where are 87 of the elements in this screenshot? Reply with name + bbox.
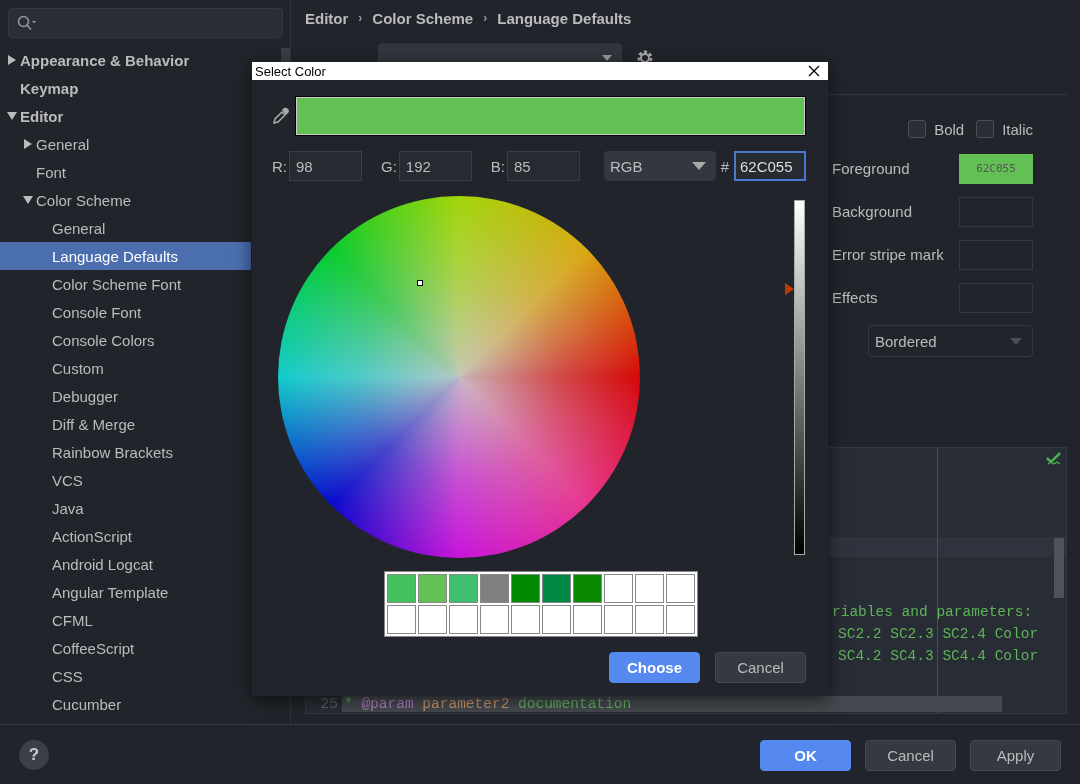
scrollbar-thumb[interactable] (1054, 538, 1064, 598)
sidebar-item[interactable]: Font (0, 158, 251, 186)
hex-field[interactable]: 62C055 (734, 151, 806, 181)
channel-label: G: (381, 157, 397, 175)
sidebar-item[interactable]: Rainbow Brackets (0, 438, 251, 466)
palette-swatch[interactable] (604, 605, 633, 634)
attribute-label: Foreground (832, 160, 910, 177)
sidebar-item[interactable]: Appearance & Behavior (0, 46, 251, 74)
palette-swatch[interactable] (449, 605, 478, 634)
sidebar-item[interactable]: Color Scheme Font (0, 270, 251, 298)
slider-thumb[interactable] (785, 282, 794, 295)
hash-label: # (720, 157, 729, 175)
attribute-label: Background (832, 203, 913, 220)
sidebar-item[interactable]: CoffeeScript (0, 634, 251, 662)
channel-label: B: (490, 157, 506, 175)
mode-dropdown[interactable]: RGB (604, 151, 716, 181)
brightness-slider[interactable] (785, 200, 805, 555)
caret-icon (1010, 337, 1022, 345)
palette-swatch[interactable] (635, 605, 664, 634)
palette-swatch[interactable] (542, 574, 571, 603)
sidebar-item[interactable]: Keymap (0, 74, 251, 102)
channel-label: R: (272, 157, 287, 175)
chevron-icon: › (483, 11, 488, 25)
sidebar-item[interactable]: Console Font (0, 298, 251, 326)
sidebar-item[interactable]: Angular Template (0, 578, 251, 606)
palette-swatch[interactable] (573, 574, 602, 603)
palette-swatch[interactable] (418, 605, 447, 634)
palette-swatch[interactable] (480, 605, 509, 634)
expanded-arrow-icon[interactable] (7, 111, 17, 121)
sidebar-item[interactable]: Debugger (0, 382, 251, 410)
sidebar-item[interactable]: Language Defaults (0, 242, 251, 270)
style-checkbox[interactable]: Bold (908, 120, 965, 138)
breadcrumb-item[interactable]: Color Scheme (372, 9, 474, 27)
chevron-icon: › (358, 11, 363, 25)
sidebar-item[interactable]: General (0, 214, 251, 242)
palette-swatch[interactable] (542, 605, 571, 634)
code-line: SC2.2 SC2.3 SC2.4 Color (837, 626, 1039, 644)
cancel-button[interactable]: Cancel (715, 652, 806, 683)
sidebar-item[interactable]: CFML (0, 606, 251, 634)
breadcrumb-item[interactable]: Editor (305, 9, 349, 27)
palette-swatch[interactable] (635, 574, 664, 603)
palette-swatch[interactable] (604, 574, 633, 603)
palette-swatch[interactable] (449, 574, 478, 603)
palette-swatch[interactable] (387, 605, 416, 634)
sidebar-item[interactable]: Custom (0, 354, 251, 382)
sidebar-item[interactable]: ActionScript (0, 522, 251, 550)
channel-field[interactable]: 192 (398, 151, 472, 181)
sidebar-item[interactable]: General (0, 130, 251, 158)
channel-field[interactable]: 85 (507, 151, 581, 181)
dialog-button[interactable]: Cancel (865, 739, 956, 771)
effect-dropdown[interactable]: Bordered (868, 325, 1033, 357)
sidebar-item[interactable]: Editor (0, 102, 251, 130)
close-icon[interactable] (808, 65, 820, 77)
sidebar-item[interactable]: Color Scheme (0, 186, 251, 214)
checkmark-icon (1046, 452, 1062, 466)
sidebar-item[interactable]: Diff & Merge (0, 410, 251, 438)
code-line: riables and parameters: (832, 604, 1034, 622)
collapsed-arrow-icon[interactable] (23, 139, 33, 149)
help-button[interactable]: ? (19, 740, 49, 770)
palette-swatch[interactable] (666, 574, 695, 603)
palette-swatch[interactable] (387, 574, 416, 603)
sidebar-item[interactable]: Android Logcat (0, 550, 251, 578)
collapsed-arrow-icon[interactable] (7, 55, 17, 65)
eyedropper-icon[interactable] (272, 107, 290, 125)
attribute-label: Error stripe mark (832, 246, 944, 263)
attribute-label: Effects (832, 289, 878, 306)
caret-icon (691, 162, 706, 170)
sidebar-item[interactable]: Cucumber (0, 690, 251, 718)
channel-field[interactable]: 98 (289, 151, 362, 181)
breadcrumb-item[interactable]: Language Defaults (497, 9, 632, 27)
style-checkbox[interactable]: Italic (976, 120, 1033, 138)
sidebar-item[interactable]: VCS (0, 466, 251, 494)
palette-swatch[interactable] (573, 605, 602, 634)
code-line: SC4.2 SC4.3 SC4.4 Color (837, 648, 1039, 666)
dialog-title: Select Color (255, 63, 326, 79)
expanded-arrow-icon[interactable] (23, 195, 33, 205)
palette-swatch[interactable] (418, 574, 447, 603)
search-field[interactable] (8, 8, 283, 38)
search-icon (17, 15, 37, 31)
sidebar-item[interactable]: CSS (0, 662, 251, 690)
palette-swatch[interactable] (511, 605, 540, 634)
palette-swatch[interactable] (511, 574, 540, 603)
dialog-button[interactable]: Apply (970, 739, 1061, 771)
sidebar-item[interactable]: Console Colors (0, 326, 251, 354)
palette-swatch[interactable] (666, 605, 695, 634)
palette-swatch[interactable] (480, 574, 509, 603)
sidebar-item[interactable]: Java (0, 494, 251, 522)
